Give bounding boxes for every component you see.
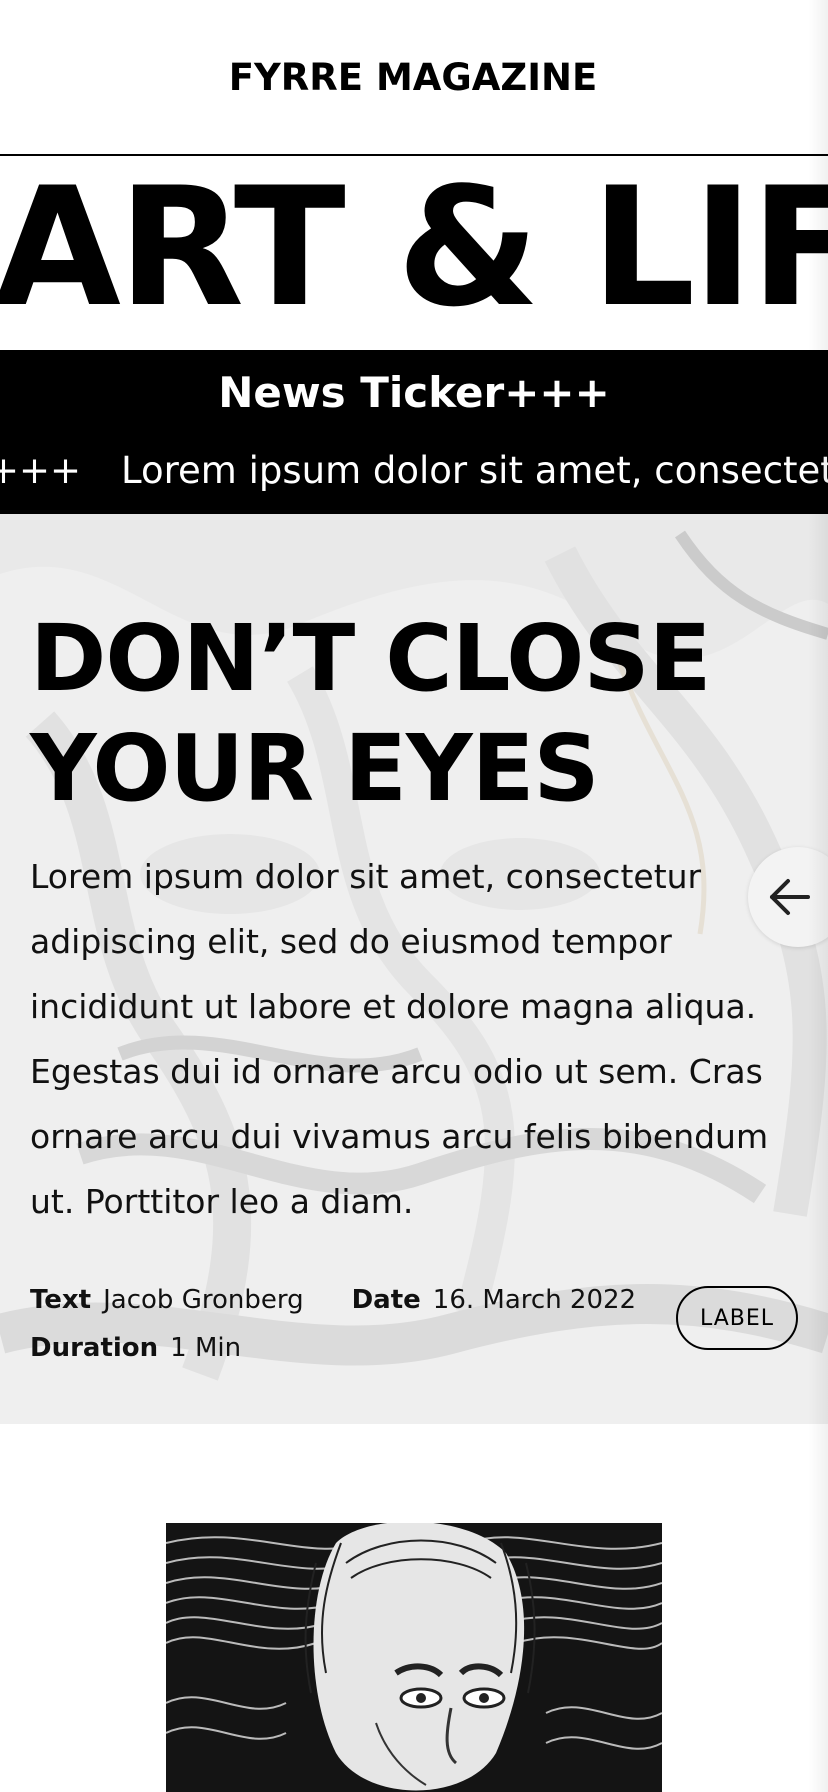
article-meta: Text Jacob Gronberg Date 16. March 2022 Dur…: [30, 1276, 636, 1372]
meta-author[interactable]: Jacob Gronberg: [103, 1285, 303, 1315]
meta-date-label: Date: [351, 1285, 421, 1315]
article-excerpt: Lorem ipsum dolor sit amet, consectetur …: [30, 857, 769, 1221]
portrait-illustration: [166, 1523, 662, 1792]
brand-logo[interactable]: FYRRE MAGAZINE: [229, 56, 598, 99]
headline-line-1: DON’T CLOSE: [30, 605, 711, 712]
meta-duration: 1 Min: [170, 1333, 242, 1363]
article-headline[interactable]: DON’T CLOSE YOUR EYES: [30, 604, 810, 824]
meta-date: 16. March 2022: [432, 1285, 637, 1315]
article-image[interactable]: [166, 1523, 662, 1792]
section-title: ART & LIFE: [0, 152, 828, 343]
ticker-track: +++ Lorem ipsum dolor sit amet, consectet…: [0, 448, 828, 494]
meta-row-2: Duration 1 Min: [30, 1324, 636, 1372]
hero-article: DON’T CLOSE YOUR EYES Lorem ipsum dolor …: [0, 514, 828, 1424]
hero-content: DON’T CLOSE YOUR EYES Lorem ipsum dolor …: [0, 514, 828, 1424]
site-header: FYRRE MAGAZINE: [0, 0, 828, 156]
meta-text-label: Text: [30, 1285, 92, 1315]
meta-duration-label: Duration: [30, 1333, 159, 1363]
ticker-text[interactable]: Lorem ipsum dolor sit amet, consectetur: [121, 449, 828, 492]
ticker-separator: +++: [0, 449, 82, 492]
headline-line-2: YOUR EYES: [30, 715, 600, 822]
page: FYRRE MAGAZINE ART & LIFE News Ticker+++…: [0, 0, 828, 1792]
meta-row-1: Text Jacob Gronberg Date 16. March 2022: [30, 1276, 636, 1324]
arrow-left-icon: [770, 879, 810, 915]
category-label-chip[interactable]: LABEL: [676, 1286, 798, 1350]
news-ticker: News Ticker+++ +++ Lorem ipsum dolor sit …: [0, 350, 828, 514]
ticker-heading: News Ticker+++: [218, 368, 610, 417]
